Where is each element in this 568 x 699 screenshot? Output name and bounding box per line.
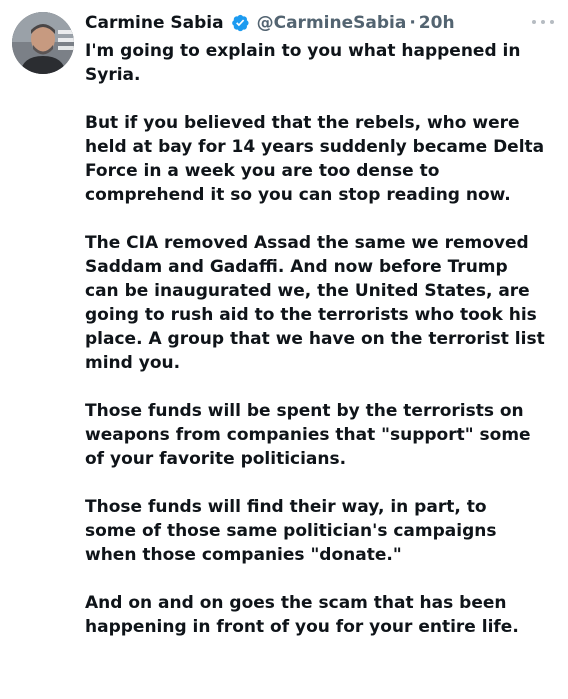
tweet-paragraph: The CIA removed Assad the same we remove… xyxy=(85,233,545,373)
avatar[interactable] xyxy=(12,12,74,74)
tweet-paragraph: But if you believed that the rebels, who… xyxy=(85,113,545,205)
tweet-text: I'm going to explain to you what happene… xyxy=(85,39,555,639)
author-handle[interactable]: @CarmineSabia xyxy=(257,9,407,37)
avatar-image xyxy=(12,12,74,74)
more-options-icon[interactable] xyxy=(532,15,554,29)
timestamp[interactable]: 20h xyxy=(419,9,455,37)
tweet-paragraph: Those funds will find their way, in part… xyxy=(85,497,497,565)
tweet[interactable]: Carmine Sabia @CarmineSabia · 20h I'm go… xyxy=(0,0,568,699)
separator-dot: · xyxy=(409,13,416,33)
more-dot xyxy=(532,20,536,24)
more-dot xyxy=(541,20,545,24)
more-dot xyxy=(550,20,554,24)
verified-badge-icon[interactable] xyxy=(230,13,250,33)
tweet-header: Carmine Sabia @CarmineSabia · 20h xyxy=(85,9,554,37)
tweet-paragraph: I'm going to explain to you what happene… xyxy=(85,41,521,85)
tweet-paragraph: Those funds will be spent by the terrori… xyxy=(85,401,531,469)
author-name[interactable]: Carmine Sabia xyxy=(85,9,224,37)
tweet-paragraph: And on and on goes the scam that has bee… xyxy=(85,593,519,637)
